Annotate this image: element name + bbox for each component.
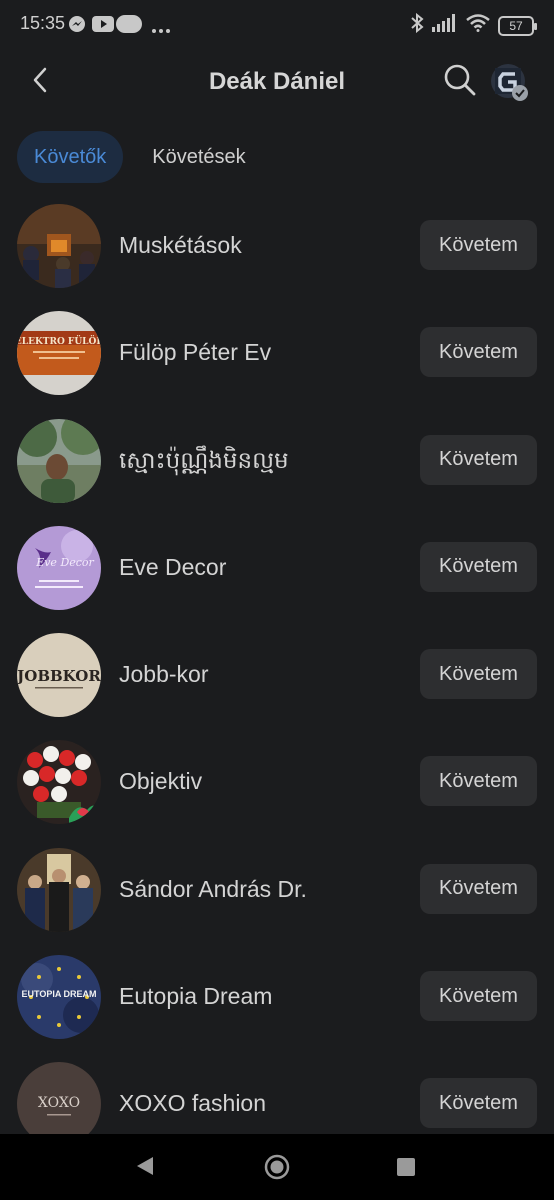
- avatar[interactable]: Eve Decor: [17, 525, 101, 610]
- youtube-icon: [92, 16, 114, 37]
- status-right: 57: [410, 12, 537, 38]
- list-item[interactable]: JOBBKOR Jobb-kor Követem: [0, 621, 554, 728]
- avatar[interactable]: [17, 847, 101, 932]
- follow-button[interactable]: Követem: [420, 220, 537, 270]
- avatar[interactable]: ELEKTRO FÜLÖP: [17, 311, 101, 396]
- follow-button[interactable]: Követem: [420, 971, 537, 1022]
- avatar-text: XOXO: [38, 1095, 80, 1111]
- profile-switch-icon: [489, 64, 531, 108]
- avatar[interactable]: [17, 204, 101, 288]
- nav-home-icon[interactable]: [264, 1154, 290, 1185]
- list-item[interactable]: Eve Decor Eve Decor Követem: [0, 514, 554, 621]
- messenger-icon: [68, 15, 86, 38]
- avatar[interactable]: [17, 740, 101, 825]
- status-time: 15:35: [20, 13, 66, 33]
- followers-screen: 15:35 57 Deák Dániel Követők Követések M…: [0, 0, 554, 1200]
- followers-list: Muskétások Követem ELEKTRO FÜLÖP Fülöp P…: [0, 192, 554, 1158]
- header-bar: Deák Dániel: [0, 50, 554, 112]
- follow-button[interactable]: Követem: [420, 327, 537, 378]
- avatar[interactable]: EUTOPIA DREAM: [17, 955, 101, 1040]
- system-nav-bar: [0, 1134, 554, 1200]
- battery-icon: 57: [498, 15, 537, 36]
- tab-bar: Követők Követések: [17, 131, 263, 183]
- follow-button[interactable]: Követem: [420, 541, 537, 592]
- follow-button[interactable]: Követem: [420, 756, 537, 807]
- pill-icon: [116, 15, 142, 38]
- more-dots-icon: [151, 21, 171, 39]
- list-item-name: Fülöp Péter Ev: [119, 339, 272, 366]
- list-item-name: ស្មោះប៉ុណ្ណឹងមិនល្មម: [119, 446, 289, 473]
- avatar[interactable]: JOBBKOR: [17, 633, 101, 718]
- signal-icon: [432, 14, 458, 37]
- tab-followers[interactable]: Követők: [17, 131, 124, 183]
- list-item[interactable]: EUTOPIA DREAM Eutopia Dream Követem: [0, 943, 554, 1050]
- follow-button[interactable]: Követem: [420, 649, 537, 700]
- list-item[interactable]: ELEKTRO FÜLÖP Fülöp Péter Ev Követem: [0, 299, 554, 406]
- list-item[interactable]: Objektiv Követem: [0, 728, 554, 835]
- list-item[interactable]: Sándor András Dr. Követem: [0, 836, 554, 943]
- tab-following[interactable]: Követések: [135, 131, 262, 183]
- status-bar: 15:35 57: [0, 0, 554, 50]
- list-item-name: Objektiv: [119, 768, 203, 795]
- follow-button[interactable]: Követem: [420, 863, 537, 914]
- follow-button[interactable]: Követem: [420, 434, 537, 485]
- avatar[interactable]: [17, 418, 101, 503]
- avatar-text: JOBBKOR: [17, 667, 101, 685]
- nav-back-icon[interactable]: [136, 1156, 154, 1181]
- profile-switch-button[interactable]: [489, 62, 531, 104]
- battery-level: 57: [509, 18, 523, 33]
- list-item-name: Eutopia Dream: [119, 983, 273, 1010]
- list-item-name: XOXO fashion: [119, 1090, 267, 1117]
- follow-button[interactable]: Követem: [420, 1078, 537, 1129]
- list-item-name: Jobb-kor: [119, 661, 209, 688]
- search-icon: [443, 63, 477, 102]
- list-item[interactable]: Muskétások Követem: [0, 192, 554, 299]
- list-item[interactable]: ស្មោះប៉ុណ្ណឹងមិនល្មម Követem: [0, 407, 554, 514]
- search-button[interactable]: [440, 62, 480, 102]
- list-item-name: Muskétások: [119, 232, 242, 258]
- avatar-text: Eve Decor: [35, 556, 94, 569]
- nav-recents-icon[interactable]: [397, 1158, 415, 1176]
- bluetooth-icon: [410, 12, 424, 38]
- list-item-name: Eve Decor: [119, 553, 227, 580]
- wifi-icon: [466, 14, 490, 37]
- avatar-text: EUTOPIA DREAM: [21, 989, 96, 999]
- list-item-name: Sándor András Dr.: [119, 875, 307, 902]
